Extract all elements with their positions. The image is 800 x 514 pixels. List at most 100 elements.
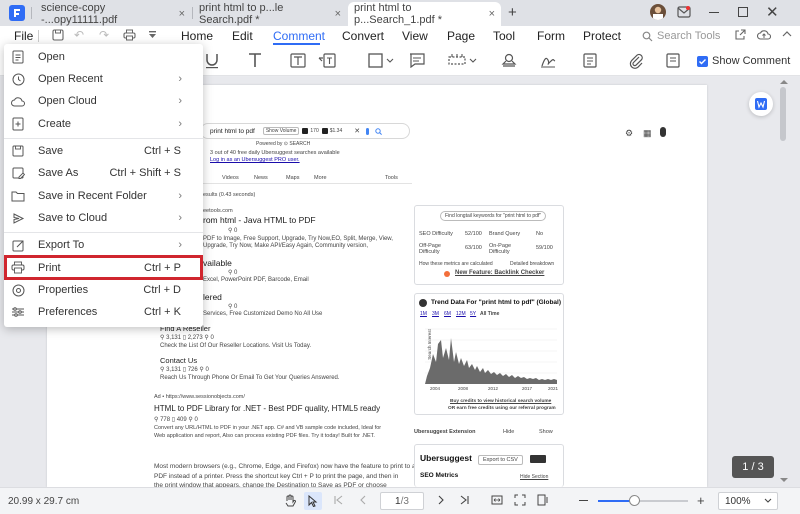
menu-item-save-as[interactable]: Save As Ctrl + Shift + S	[4, 162, 203, 184]
menu-protect[interactable]: Protect	[583, 26, 621, 46]
attachment-icon[interactable]	[629, 53, 643, 69]
trend-x-tick: 2017	[522, 386, 533, 391]
window-close-icon[interactable]: ✕	[766, 3, 779, 21]
menu-item-export-to[interactable]: Export To ›	[4, 234, 203, 256]
menu-item-open[interactable]: Open	[4, 46, 203, 68]
scrollbar-thumb[interactable]	[780, 87, 786, 141]
menu-item-print[interactable]: Print Ctrl + P	[4, 255, 203, 280]
menu-item-save-recent-folder[interactable]: Save in Recent Folder ›	[4, 185, 203, 207]
cloud-icon	[11, 94, 25, 108]
close-icon[interactable]: ×	[489, 8, 495, 20]
attach-more-icon[interactable]	[666, 53, 680, 68]
ubersuggest-icon	[302, 128, 309, 134]
ai-assistant-button[interactable]	[749, 92, 773, 116]
menu-item-preferences[interactable]: Preferences Ctrl + K	[4, 301, 203, 323]
close-icon[interactable]: ×	[335, 8, 341, 20]
zoom-out-icon[interactable]	[579, 500, 588, 502]
menu-item-properties[interactable]: Properties Ctrl + D	[4, 279, 203, 301]
metric-value: 63/100	[465, 245, 482, 251]
menu-file[interactable]: File	[14, 26, 33, 46]
zoom-in-icon[interactable]: +	[697, 494, 705, 507]
first-page-icon[interactable]	[334, 495, 343, 505]
menu-item-save-to-cloud[interactable]: Save to Cloud ›	[4, 207, 203, 229]
scroll-down-icon[interactable]	[780, 478, 788, 483]
zoom-slider[interactable]	[598, 500, 688, 502]
ad-label: Ad • https://www.sessionobjects.com/	[154, 394, 245, 400]
results-count: esults (0.43 seconds)	[203, 192, 256, 198]
trend-tab: 1M	[420, 311, 427, 317]
menu-item-open-recent[interactable]: Open Recent ›	[4, 68, 203, 90]
measure-tool-icon[interactable]	[448, 53, 477, 68]
menu-item-shortcut: Ctrl + Shift + S	[109, 167, 181, 179]
login-link: Log in as an Ubersuggest PRO user.	[210, 157, 300, 163]
tab-document-2[interactable]: print html to p...le Search.pdf * ×	[193, 2, 347, 26]
menu-page[interactable]: Page	[447, 26, 475, 46]
area-highlight-icon[interactable]	[409, 53, 425, 68]
menu-edit[interactable]: Edit	[232, 26, 253, 46]
cloud-upload-icon[interactable]	[757, 29, 771, 41]
page-number-input[interactable]: 1/3	[380, 492, 424, 510]
tab-label: print html to p...Search_1.pdf *	[354, 2, 443, 26]
metric-value: No	[536, 231, 544, 237]
close-icon[interactable]: ×	[179, 8, 185, 20]
menu-home[interactable]: Home	[181, 26, 213, 46]
tab-document-3[interactable]: print html to p...Search_1.pdf * ×	[348, 2, 501, 26]
next-page-icon[interactable]	[438, 495, 444, 505]
trend-tab: 12M	[456, 311, 466, 317]
mail-icon[interactable]	[677, 6, 691, 18]
callout-icon[interactable]	[318, 53, 336, 68]
tab-document-1[interactable]: science-copy -...opy11111.pdf ×	[35, 2, 191, 26]
share-icon[interactable]	[734, 29, 746, 41]
menu-form[interactable]: Form	[537, 26, 565, 46]
user-avatar[interactable]	[650, 4, 666, 20]
clock-icon	[11, 72, 25, 86]
chevron-down-icon	[469, 58, 477, 63]
body-paragraph: Most modern browsers (e.g., Chrome, Edge…	[154, 463, 416, 470]
menu-convert[interactable]: Convert	[342, 26, 384, 46]
sticky-note-icon[interactable]	[583, 53, 597, 68]
rectangle-shape-icon[interactable]	[368, 53, 394, 68]
menu-tool[interactable]: Tool	[493, 26, 515, 46]
save-icon[interactable]	[52, 29, 64, 41]
metric-value: 52/100	[465, 231, 482, 237]
menu-item-create[interactable]: Create ›	[4, 113, 203, 135]
rotate-icon[interactable]	[537, 494, 549, 506]
trend-x-tick: 2008	[458, 386, 469, 391]
metric-label: SEO Difficulty	[419, 231, 453, 237]
menu-item-open-cloud[interactable]: Open Cloud ›	[4, 90, 203, 112]
quick-access-dropdown-icon[interactable]	[148, 30, 157, 39]
zoom-slider-thumb[interactable]	[629, 495, 640, 506]
menu-item-save[interactable]: Save Ctrl + S	[4, 140, 203, 162]
stamp-icon[interactable]	[501, 53, 517, 68]
search-tools[interactable]: Search Tools	[642, 30, 720, 42]
fit-page-icon[interactable]	[514, 494, 526, 506]
submenu-arrow-icon: ›	[178, 239, 182, 251]
underline-icon[interactable]	[205, 53, 219, 69]
collapse-ribbon-icon[interactable]	[782, 30, 792, 38]
prev-page-icon[interactable]	[360, 495, 366, 505]
new-tab-button[interactable]: +	[508, 4, 517, 21]
result-stats: ⚲ 778 ▯ 409 ⚲ 0	[154, 417, 198, 423]
text-tool-icon[interactable]	[248, 53, 262, 68]
mic-icon	[366, 127, 370, 135]
hand-tool-icon[interactable]	[284, 494, 296, 507]
show-comment-toggle[interactable]: Show Comment	[697, 55, 790, 67]
print-quick-icon[interactable]	[123, 29, 136, 41]
undo-icon[interactable]: ↶	[74, 28, 84, 42]
minimize-icon[interactable]	[709, 12, 719, 13]
result-title: lered	[203, 292, 222, 302]
scroll-up-icon[interactable]	[780, 79, 788, 84]
metric-label: Brand Query	[489, 231, 521, 237]
last-page-icon[interactable]	[460, 495, 469, 505]
textbox-icon[interactable]	[290, 53, 306, 68]
redo-icon[interactable]: ↷	[99, 28, 109, 42]
menu-view[interactable]: View	[402, 26, 428, 46]
fit-width-icon[interactable]	[491, 494, 503, 506]
select-tool-icon[interactable]	[304, 492, 322, 510]
open-icon	[11, 50, 25, 64]
maximize-icon[interactable]	[738, 7, 748, 17]
zoom-select[interactable]: 100%	[718, 492, 778, 510]
signature-icon[interactable]	[540, 53, 556, 68]
result-snippet: Reach Us Through Phone Or Email To Get Y…	[160, 375, 340, 381]
search-icon	[375, 127, 383, 135]
